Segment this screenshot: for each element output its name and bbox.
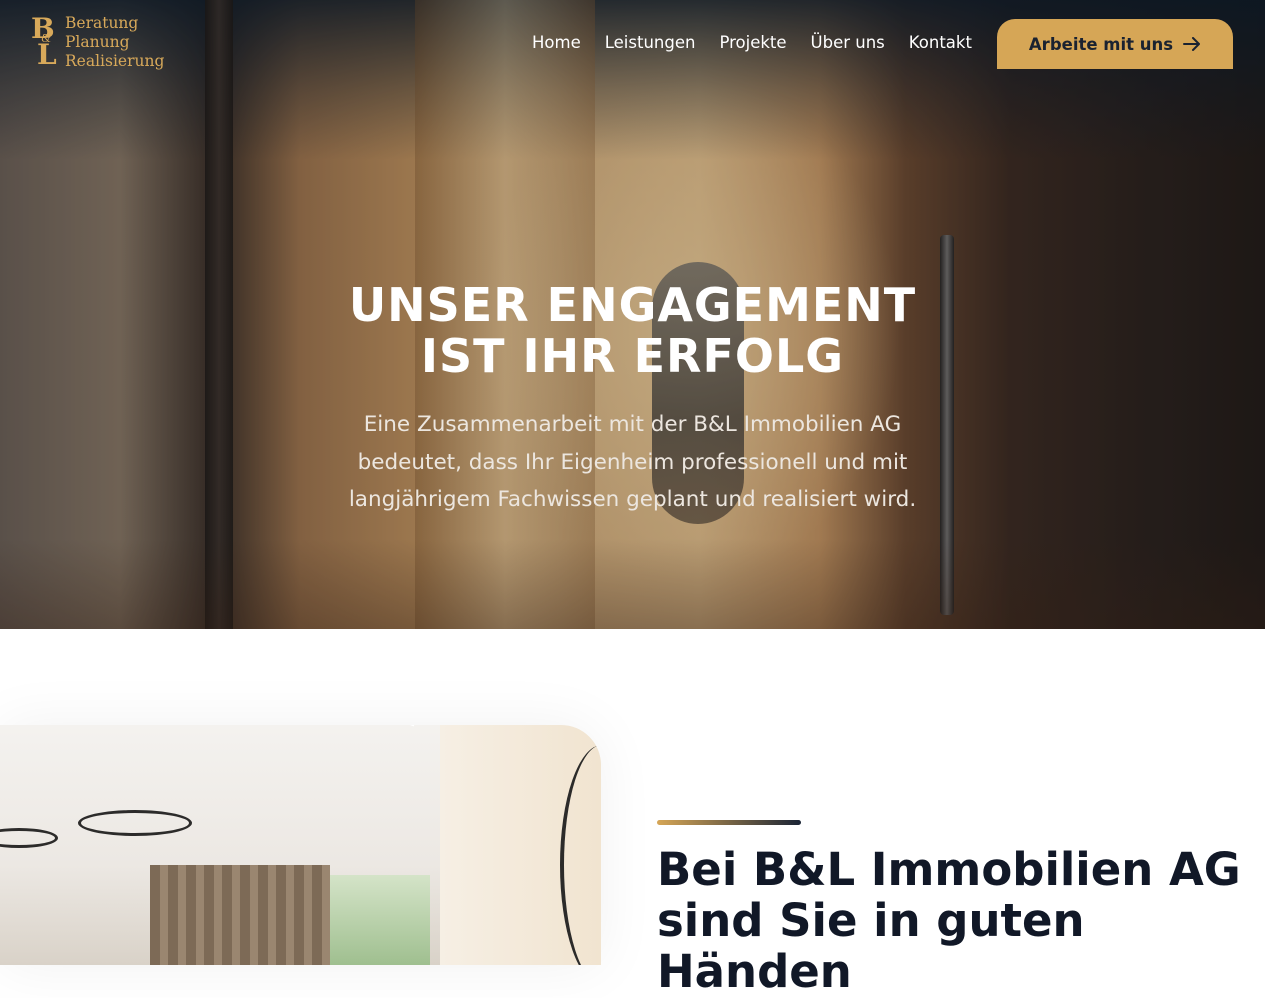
about-image-lamp	[78, 810, 192, 836]
logo-mark: B & L	[31, 12, 61, 71]
hero-subtitle-line-1: Eine Zusammenarbeit mit der B&L Immobili…	[363, 412, 902, 437]
cta-label: Arbeite mit uns	[1028, 34, 1174, 54]
logo-mark-l: L	[37, 38, 57, 71]
nav-leistungen[interactable]: Leistungen	[605, 33, 696, 52]
section-accent-line	[657, 820, 801, 825]
logo[interactable]: B & L Beratung Planung Realisierung	[31, 12, 171, 74]
hero-title-line-1: UNSER ENGAGEMENT	[348, 278, 917, 332]
logo-line-1: Beratung	[65, 14, 139, 32]
about-image	[0, 725, 601, 965]
about-title-line-1: Bei B&L Immobilien AG	[657, 843, 1241, 896]
nav-projekte[interactable]: Projekte	[719, 33, 786, 52]
nav-kontakt[interactable]: Kontakt	[909, 33, 972, 52]
about-title: Bei B&L Immobilien AG sind Sie in guten …	[657, 844, 1257, 997]
main-nav: Home Leistungen Projekte Über uns Kontak…	[532, 33, 996, 52]
hero-subtitle-line-2: bedeutet, dass Ihr Eigenheim professione…	[357, 449, 908, 475]
nav-ueber-uns[interactable]: Über uns	[811, 33, 885, 52]
about-title-line-3: Händen	[657, 945, 852, 998]
about-image-lamp	[0, 828, 58, 848]
hero-subtitle-line-3: langjährigem Fachwissen geplant und real…	[348, 487, 917, 512]
hero-title-line-2: IST IHR ERFOLG	[420, 329, 845, 383]
arrow-right-icon	[1183, 34, 1201, 54]
hero-title: UNSER ENGAGEMENT IST IHR ERFOLG	[0, 280, 1265, 382]
nav-home[interactable]: Home	[532, 33, 581, 52]
cta-button[interactable]: Arbeite mit uns	[997, 19, 1233, 69]
about-title-line-2: sind Sie in guten	[657, 894, 1085, 947]
about-image-curtain	[150, 865, 330, 965]
logo-line-2: Planung	[65, 33, 130, 51]
hero-subtitle: Eine Zusammenarbeit mit der B&L Immobili…	[300, 406, 965, 519]
logo-line-3: Realisierung	[65, 52, 165, 70]
logo-text: Beratung Planung Realisierung	[65, 14, 164, 71]
